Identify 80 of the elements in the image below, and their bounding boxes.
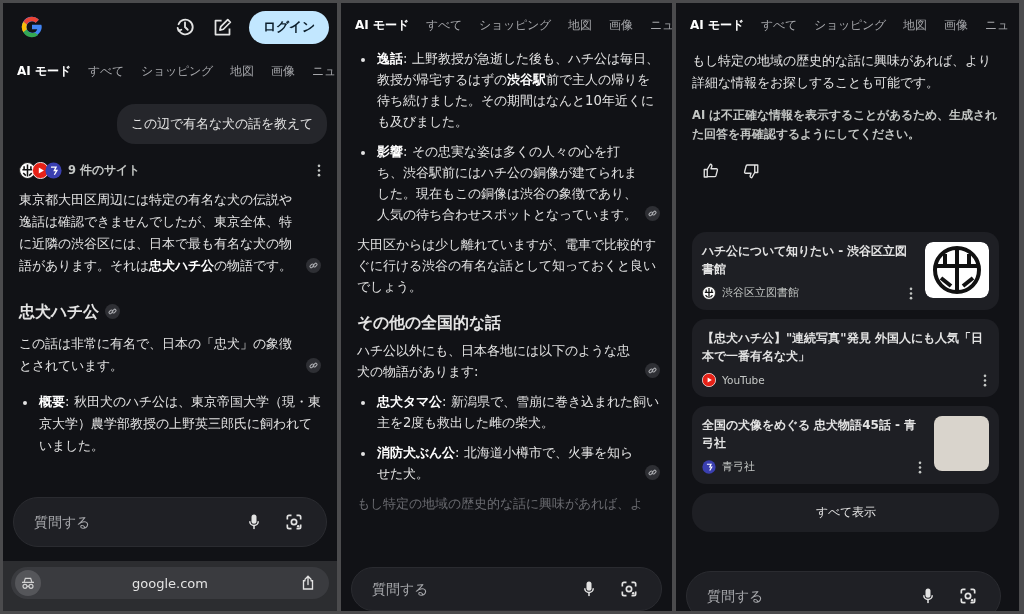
- more-icon[interactable]: [317, 164, 321, 177]
- paragraph: この話は非常に有名で、日本の「忠犬」の象徴とされています。: [19, 335, 293, 375]
- tab[interactable]: AI モード: [17, 63, 71, 80]
- more-icon[interactable]: [983, 373, 987, 387]
- paragraph: もし特定の地域の歴史的な話に興味があれば、より詳細な情報をお探しすることも可能です。: [692, 52, 992, 92]
- photo-placeholder: [934, 416, 989, 471]
- ask-field[interactable]: 質問する: [370, 580, 559, 598]
- bullet-dot: [361, 151, 365, 155]
- link-icon[interactable]: [306, 258, 321, 273]
- ask-field[interactable]: 質問する: [705, 587, 898, 605]
- tab[interactable]: ニュ: [984, 17, 1009, 34]
- thumbs-up-icon[interactable]: [702, 162, 720, 180]
- paragraph: 東京都大田区周辺には特定の有名な犬の伝説や逸話は確認できませんでしたが、東京全体、特に近隣の渋谷区には、日本で最も有名な犬の物語があります。それは忠犬ハチ公の物語です。: [19, 191, 293, 275]
- tab[interactable]: AI モード: [355, 17, 409, 34]
- show-all-button[interactable]: すべて表示: [692, 493, 999, 532]
- source-card[interactable]: 【忠犬ハチ公】"連続写真"発見 外国人にも人気「日本で一番有名な犬」 YouTube: [692, 319, 999, 397]
- paragraph: 大田区からは少し離れていますが、電車で比較的すぐに行ける渋谷の有名な話として知っておくと良いでしょう。: [357, 236, 657, 296]
- login-button[interactable]: ログイン: [249, 10, 329, 44]
- paragraph: もし特定の地域の歴史的な話に興味があれば、よ: [357, 495, 644, 513]
- history-icon[interactable]: [174, 16, 196, 38]
- more-icon[interactable]: [918, 460, 922, 474]
- bullet-dot: [361, 452, 365, 456]
- play-icon: [702, 373, 716, 387]
- emblem-thumbnail: [925, 242, 989, 298]
- list-item-text: 忠犬タマ公: 新潟県で、雪崩に巻き込まれた飼い主を2度も救出した雌の柴犬。: [377, 393, 660, 432]
- tab[interactable]: 画像: [270, 63, 295, 80]
- list-item-text: 概要: 秋田犬のハチ公は、東京帝国大学（現・東京大学）農学部教授の上野英三郎氏に飼われていました。: [39, 393, 321, 455]
- camera-lens-icon[interactable]: [284, 512, 304, 532]
- query-bubble: この辺で有名な犬の話を教えて: [117, 104, 327, 144]
- tab[interactable]: ショッピング: [813, 17, 886, 34]
- tab[interactable]: 地図: [567, 17, 592, 34]
- tab[interactable]: AI モード: [690, 17, 744, 34]
- tab[interactable]: ニュ: [311, 63, 336, 80]
- source-site: 渋谷区立図書館: [722, 286, 799, 300]
- bullet-dot: [23, 401, 27, 405]
- camera-lens-icon[interactable]: [619, 579, 639, 599]
- disclaimer-text: AI は不正確な情報を表示することがあるため、生成された回答を再確認するようにしてください。: [692, 107, 999, 143]
- link-icon[interactable]: [645, 206, 660, 221]
- camera-lens-icon[interactable]: [958, 586, 978, 606]
- section-heading: その他の全国的な話: [357, 312, 501, 334]
- tab[interactable]: 画像: [608, 17, 633, 34]
- address-bar[interactable]: google.com: [11, 567, 329, 599]
- source-title: 【忠犬ハチ公】"連続写真"発見 外国人にも人気「日本で一番有名な犬」: [702, 330, 984, 365]
- tab[interactable]: すべて: [425, 17, 462, 34]
- section-heading: 忠犬ハチ公: [19, 301, 99, 323]
- seal-icon: [45, 162, 62, 179]
- g-logo[interactable]: [19, 14, 45, 40]
- link-icon[interactable]: [645, 363, 660, 378]
- ask-field[interactable]: 質問する: [32, 513, 224, 531]
- emblem-icon: [702, 286, 716, 300]
- seal-icon: [702, 460, 716, 474]
- tab[interactable]: すべて: [760, 17, 797, 34]
- tab[interactable]: ショッピング: [140, 63, 213, 80]
- tab[interactable]: ショッピング: [478, 17, 551, 34]
- source-card[interactable]: ハチ公について知りたい - 渋谷区立図書館 渋谷区立図書館: [692, 232, 999, 310]
- edit-icon[interactable]: [212, 16, 233, 38]
- more-icon[interactable]: [909, 286, 913, 300]
- url-text: google.com: [131, 575, 209, 591]
- source-site: YouTube: [722, 374, 765, 386]
- tab[interactable]: 地図: [902, 17, 927, 34]
- link-icon[interactable]: [306, 358, 321, 373]
- list-item-text: 逸話: 上野教授が急逝した後も、ハチ公は毎日、教授が帰宅するはずの渋谷駅前で主人の帰りを待ち続けました。その期間はなんと10年近くにも及びました。: [377, 50, 660, 131]
- hat-glasses-icon: [20, 575, 36, 591]
- tab[interactable]: すべて: [87, 63, 124, 80]
- thumbs-down-icon[interactable]: [742, 162, 760, 180]
- source-site: 青弓社: [722, 460, 755, 474]
- link-icon[interactable]: [645, 465, 660, 480]
- paragraph: ハチ公以外にも、日本各地には以下のような忠犬の物語があります:: [357, 342, 631, 381]
- source-card[interactable]: 全国の犬像をめぐる 忠犬物語45話 - 青弓社 青弓社: [692, 406, 999, 484]
- list-item-text: 影響: その忠実な姿は多くの人々の心を打ち、渋谷駅前にはハチ公の銅像が建てられました。現在もこの銅像は渋谷の象徴であり、人気の待ち合わせスポットとなっています。: [377, 143, 638, 224]
- list-item-text: 消防犬ぶん公: 北海道小樽市で、火事を知らせた犬。: [377, 444, 634, 483]
- source-title: ハチ公について知りたい - 渋谷区立図書館: [702, 243, 909, 278]
- bullet-dot: [361, 58, 365, 62]
- source-title: 全国の犬像をめぐる 忠犬物語45話 - 青弓社: [702, 417, 918, 452]
- tab[interactable]: 地図: [229, 63, 254, 80]
- bullet-dot: [361, 401, 365, 405]
- tab[interactable]: 画像: [943, 17, 968, 34]
- tab[interactable]: ニュ: [649, 17, 672, 34]
- sources-count[interactable]: 9 件のサイト: [68, 163, 140, 178]
- link-icon[interactable]: [105, 304, 120, 319]
